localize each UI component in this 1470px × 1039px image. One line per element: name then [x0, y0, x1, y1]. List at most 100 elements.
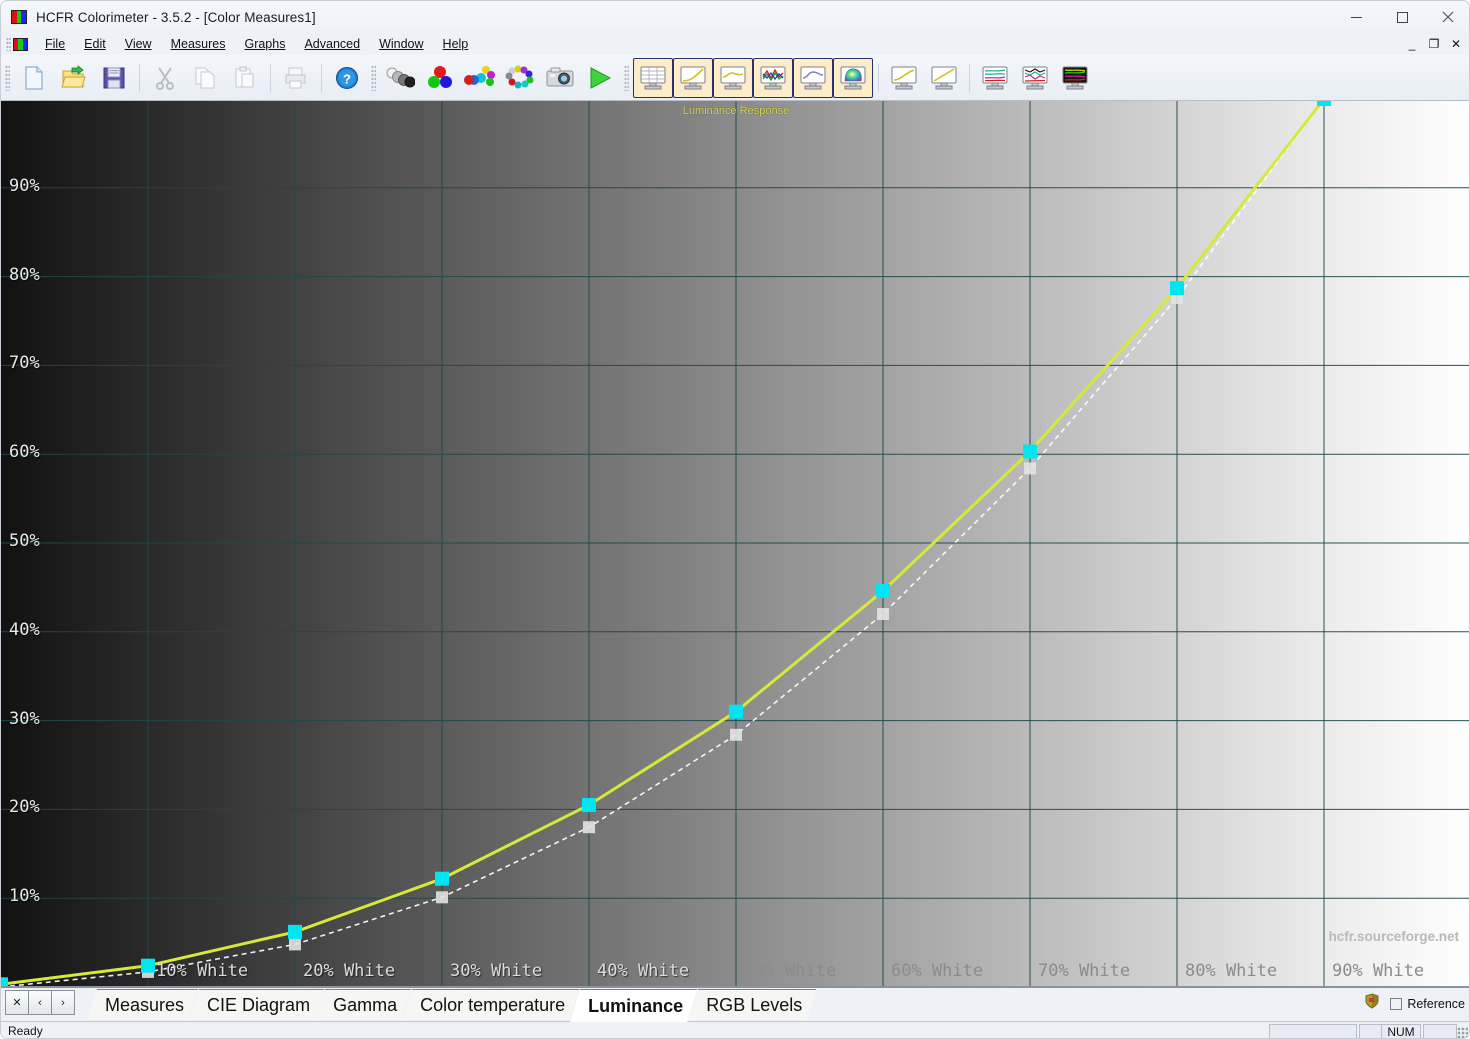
- monitor-data-grid-icon[interactable]: [633, 57, 673, 98]
- y-axis-tick-10: 10%: [9, 886, 40, 907]
- reference-checkbox[interactable]: Reference: [1390, 997, 1465, 1011]
- menu-item-help[interactable]: Help: [434, 35, 479, 53]
- toolbar-separator: [270, 63, 271, 92]
- toolbar-separator: [878, 63, 879, 92]
- chart-watermark: hcfr.sourceforge.net: [1328, 929, 1459, 944]
- y-axis-tick-90: 90%: [9, 175, 40, 196]
- monitor-curve-plain-icon[interactable]: [884, 58, 924, 98]
- monitor-cie-diagram-icon[interactable]: [833, 57, 873, 98]
- tab-label: Color temperature: [420, 994, 566, 1015]
- open-folder-icon[interactable]: [54, 58, 94, 98]
- status-pane-3: [1423, 1024, 1457, 1038]
- menu-item-advanced[interactable]: Advanced: [295, 35, 370, 53]
- print-icon[interactable]: [276, 58, 316, 98]
- close-button[interactable]: [1425, 1, 1469, 33]
- tab-list: Measures CIE Diagram Gamma Color temperatur…: [87, 989, 807, 1022]
- cut-scissors-icon[interactable]: [145, 58, 185, 98]
- reference-checkbox-label: Reference: [1407, 996, 1465, 1011]
- menu-bar: File Edit View Measures Graphs Advanced …: [1, 33, 1469, 55]
- y-axis-tick-40: 40%: [9, 619, 40, 640]
- toolbar-separator: [139, 63, 140, 92]
- tab-navigation-buttons: ✕ ‹ ›: [5, 990, 75, 1015]
- application-window: HCFR Colorimeter - 3.5.2 - [Color Measur…: [0, 0, 1470, 1039]
- tab-cie-diagram[interactable]: CIE Diagram: [189, 989, 324, 1020]
- tab-luminance[interactable]: Luminance: [570, 989, 697, 1022]
- copy-icon[interactable]: [185, 58, 225, 98]
- x-axis-tick-30: 30% White: [450, 961, 543, 981]
- monitor-curve-rising-icon[interactable]: [924, 58, 964, 98]
- minimize-button[interactable]: [1333, 1, 1379, 33]
- main-toolbar: ?: [1, 55, 1469, 101]
- tab-label: Luminance: [588, 995, 684, 1016]
- toolbar-grip-handle[interactable]: [5, 64, 10, 91]
- tab-color-temperature[interactable]: Color temperature: [402, 989, 579, 1020]
- color-saturations-icon[interactable]: [500, 58, 540, 98]
- monitor-luminance-icon[interactable]: [793, 57, 833, 98]
- paste-icon[interactable]: [225, 58, 265, 98]
- primary-colors-icon[interactable]: [420, 58, 460, 98]
- toolbar-grip-handle[interactable]: [624, 64, 629, 91]
- monitor-dark-multiline-icon[interactable]: [1055, 58, 1095, 98]
- x-axis-tick-50: 50% White: [744, 961, 837, 981]
- toolbar-separator: [969, 63, 970, 92]
- tab-close-button[interactable]: ✕: [5, 990, 29, 1015]
- grayscale-spheres-icon[interactable]: [380, 58, 420, 98]
- menu-grip-handle[interactable]: [6, 37, 11, 51]
- monitor-rgb-levels-icon[interactable]: [753, 57, 793, 98]
- x-axis-tick-40: 40% White: [597, 961, 690, 981]
- status-message: Ready: [8, 1024, 43, 1038]
- toolbar-grip-handle[interactable]: [371, 64, 376, 91]
- tab-label: Measures: [105, 994, 185, 1015]
- help-question-icon[interactable]: ?: [327, 58, 367, 98]
- x-axis-tick-70: 70% White: [1038, 961, 1131, 981]
- monitor-color-temp-icon[interactable]: [713, 57, 753, 98]
- menu-item-edit[interactable]: Edit: [75, 35, 116, 53]
- new-document-icon[interactable]: [14, 58, 54, 98]
- mdi-restore-button[interactable]: ❐: [1427, 37, 1441, 51]
- reference-checkbox-box[interactable]: [1390, 997, 1403, 1010]
- save-disk-icon[interactable]: [94, 58, 134, 98]
- status-pane-1: [1269, 1024, 1357, 1038]
- window-controls: [1333, 1, 1469, 33]
- window-title: HCFR Colorimeter - 3.5.2 - [Color Measur…: [36, 9, 316, 25]
- secondary-colors-icon[interactable]: [460, 58, 500, 98]
- resize-grip[interactable]: [1457, 1027, 1468, 1038]
- tabstrip-right-controls: Reference: [1364, 993, 1465, 1014]
- y-axis-tick-80: 80%: [9, 264, 40, 285]
- monitor-gamma-curve-icon[interactable]: [673, 57, 713, 98]
- status-pane-num: NUM: [1381, 1024, 1421, 1038]
- tab-rgb-levels[interactable]: RGB Levels: [688, 989, 816, 1020]
- mdi-child-controls: _ ❐ ✕: [1405, 33, 1463, 55]
- x-axis-tick-90: 90% White: [1332, 961, 1425, 981]
- luminance-response-chart: Luminance Response 10% 20% 30% 40% 50% 60% 70%…: [1, 101, 1469, 987]
- monitor-multiline-peaks-icon[interactable]: [1015, 58, 1055, 98]
- menu-item-file[interactable]: File: [36, 35, 75, 53]
- tab-measures[interactable]: Measures: [87, 989, 198, 1020]
- menu-item-measures[interactable]: Measures: [162, 35, 236, 53]
- x-axis-tick-10: 10% White: [156, 961, 249, 981]
- x-axis-tick-60: 60% White: [891, 961, 984, 981]
- maximize-button[interactable]: [1379, 1, 1425, 33]
- y-axis-tick-50: 50%: [9, 531, 40, 551]
- menu-app-logo-icon: [13, 37, 28, 51]
- tab-gamma[interactable]: Gamma: [315, 989, 411, 1020]
- app-logo-icon: [11, 10, 27, 24]
- tab-prev-button[interactable]: ‹: [28, 990, 52, 1015]
- camera-icon[interactable]: [540, 58, 580, 98]
- mdi-minimize-button[interactable]: _: [1405, 37, 1419, 51]
- monitor-multiline-icon[interactable]: [975, 58, 1015, 98]
- y-axis-tick-70: 70%: [9, 353, 40, 374]
- security-shield-icon: [1364, 993, 1380, 1014]
- menu-item-graphs[interactable]: Graphs: [235, 35, 295, 53]
- menu-item-view[interactable]: View: [116, 35, 162, 53]
- tab-label: Gamma: [333, 994, 398, 1015]
- mdi-close-button[interactable]: ✕: [1449, 37, 1463, 51]
- x-axis-tick-20: 20% White: [303, 961, 396, 981]
- menu-item-window[interactable]: Window: [370, 35, 433, 53]
- tab-strip: ✕ ‹ › Measures CIE Diagram Gamma Color temp…: [1, 987, 1469, 1022]
- play-green-arrow-icon[interactable]: [580, 58, 620, 98]
- status-bar: Ready NUM: [1, 1021, 1469, 1038]
- tab-next-button[interactable]: ›: [51, 990, 75, 1015]
- y-axis-tick-30: 30%: [9, 708, 40, 729]
- y-axis-tick-60: 60%: [9, 442, 40, 463]
